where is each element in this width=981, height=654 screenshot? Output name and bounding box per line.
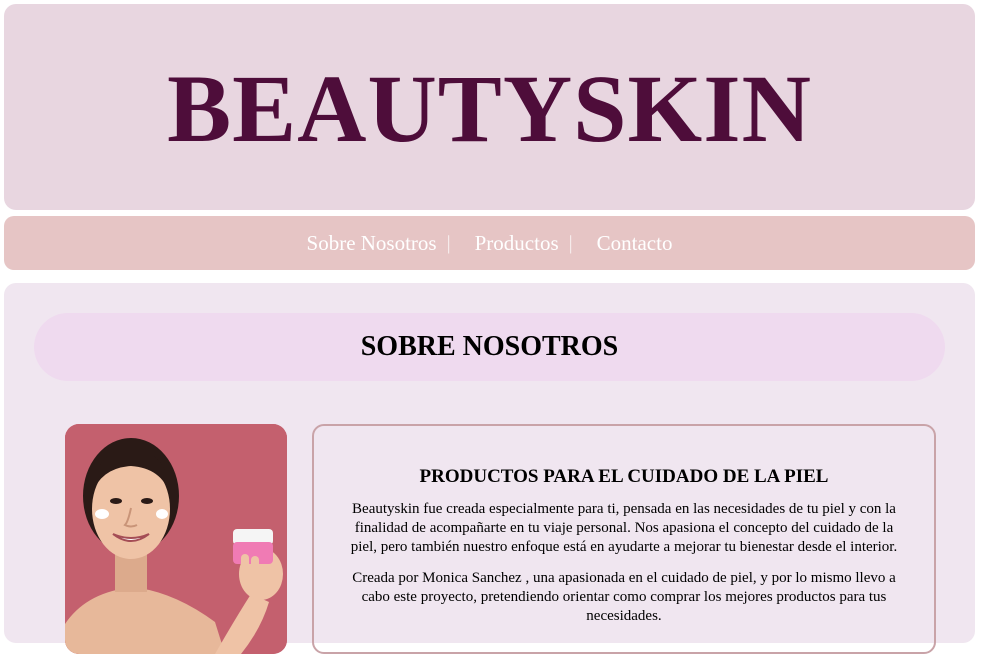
nav-item-wrap: Sobre Nosotros | — [307, 231, 475, 256]
main-nav: Sobre Nosotros | Productos | Contacto — [4, 216, 975, 270]
nav-item-wrap: Productos | — [475, 231, 597, 256]
model-photo — [65, 424, 287, 654]
brand-logo-text: BEAUTYSKIN — [167, 54, 812, 162]
nav-separator: | — [446, 231, 451, 254]
card-paragraph: Creada por Monica Sanchez , una apasiona… — [352, 570, 896, 624]
about-card: PRODUCTOS PARA EL CUIDADO DE LA PIEL Bea… — [312, 424, 936, 654]
card-paragraph: Beautyskin fue creada especialmente para… — [350, 501, 898, 555]
model-photo-illustration — [65, 424, 287, 654]
nav-item-wrap: Contacto — [597, 231, 673, 256]
nav-link-sobre-nosotros[interactable]: Sobre Nosotros — [307, 231, 437, 256]
section-title: SOBRE NOSOTROS — [34, 313, 945, 381]
nav-separator: | — [568, 231, 573, 254]
about-section: SOBRE NOSOTROS PRODUCTOS PARA EL CUIDADO… — [4, 283, 975, 654]
site-header: BEAUTYSKIN — [4, 4, 975, 210]
card-heading: PRODUCTOS PARA EL CUIDADO DE LA PIEL — [419, 466, 829, 487]
nav-link-contacto[interactable]: Contacto — [597, 231, 673, 256]
nav-link-productos[interactable]: Productos — [475, 231, 559, 256]
